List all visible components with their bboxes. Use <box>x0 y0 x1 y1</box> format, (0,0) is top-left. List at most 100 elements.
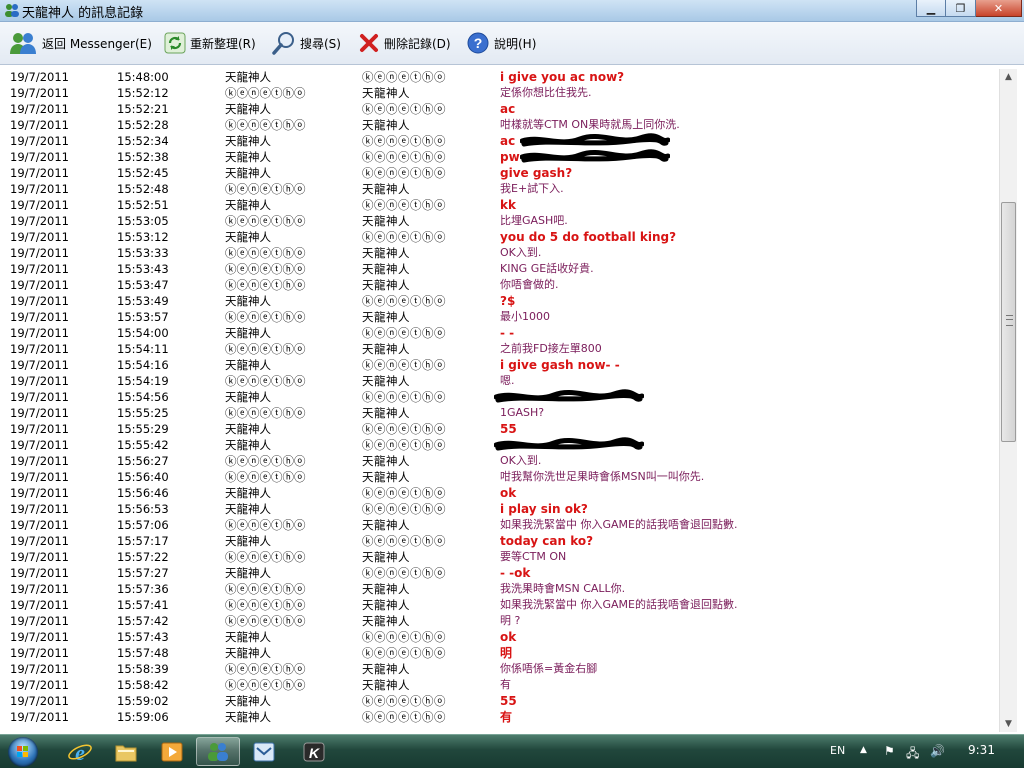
log-row[interactable]: 19/7/2011 15:53:33 ⓚⓔⓝⓔⓣⓗⓞ 天龍神人 OK入到. <box>0 245 998 261</box>
log-sender: 天龍神人 <box>225 326 271 340</box>
log-row[interactable]: 19/7/2011 15:52:34 天龍神人 ⓚⓔⓝⓔⓣⓗⓞ ac <box>0 133 998 149</box>
action-center-flag-icon[interactable]: ⚑ <box>884 744 895 758</box>
log-recipient: 天龍神人 <box>362 662 410 676</box>
log-row[interactable]: 19/7/2011 15:57:22 ⓚⓔⓝⓔⓣⓗⓞ 天龍神人 要等CTM ON <box>0 549 998 565</box>
message-log[interactable]: 19/7/2011 15:48:00 天龍神人 ⓚⓔⓝⓔⓣⓗⓞ i give you a… <box>0 69 998 732</box>
maximize-button[interactable]: ❐ <box>946 0 976 17</box>
log-row[interactable]: 19/7/2011 15:52:12 ⓚⓔⓝⓔⓣⓗⓞ 天龍神人 定係你想比住我先. <box>0 85 998 101</box>
log-recipient: ⓚⓔⓝⓔⓣⓗⓞ <box>362 502 446 516</box>
log-message: 最小1000 <box>500 310 550 323</box>
log-row[interactable]: 19/7/2011 15:54:00 天龍神人 ⓚⓔⓝⓔⓣⓗⓞ - - <box>0 325 998 341</box>
scroll-up-arrow[interactable]: ▲ <box>1000 69 1017 85</box>
vertical-scrollbar[interactable]: ▲ ▼ <box>999 69 1017 732</box>
log-time: 15:53:12 <box>117 230 169 244</box>
taskbar-ie[interactable]: e <box>58 737 102 766</box>
log-row[interactable]: 19/7/2011 15:57:36 ⓚⓔⓝⓔⓣⓗⓞ 天龍神人 我洗果時會MSN CAL… <box>0 581 998 597</box>
taskbar-media-player[interactable] <box>150 737 194 766</box>
log-row[interactable]: 19/7/2011 15:59:02 天龍神人 ⓚⓔⓝⓔⓣⓗⓞ 55 <box>0 693 998 709</box>
log-row[interactable]: 19/7/2011 15:52:45 天龍神人 ⓚⓔⓝⓔⓣⓗⓞ give gash? <box>0 165 998 181</box>
log-message: give gash? <box>500 166 573 180</box>
log-sender: 天龍神人 <box>225 70 271 84</box>
taskbar-messenger-history[interactable] <box>196 737 240 766</box>
log-recipient: ⓚⓔⓝⓔⓣⓗⓞ <box>362 646 446 660</box>
clock[interactable]: 9:31 <box>968 743 995 757</box>
log-sender: 天龍神人 <box>225 486 271 500</box>
log-recipient: 天龍神人 <box>362 182 410 196</box>
log-row[interactable]: 19/7/2011 15:57:06 ⓚⓔⓝⓔⓣⓗⓞ 天龍神人 如果我洗緊當中 你入GA… <box>0 517 998 533</box>
log-message: 要等CTM ON <box>500 550 567 563</box>
scroll-thumb[interactable] <box>1001 202 1016 442</box>
log-time: 15:52:21 <box>117 102 169 116</box>
log-message: 如果我洗緊當中 你入GAME的話我唔會退回點數. <box>500 598 738 611</box>
help-button[interactable]: ? 說明(H) <box>466 30 536 56</box>
log-sender: ⓚⓔⓝⓔⓣⓗⓞ <box>225 278 306 292</box>
log-date: 19/7/2011 <box>10 86 69 100</box>
log-row[interactable]: 19/7/2011 15:52:48 ⓚⓔⓝⓔⓣⓗⓞ 天龍神人 我E+試下入. <box>0 181 998 197</box>
taskbar-outlook[interactable] <box>242 737 286 766</box>
log-row[interactable]: 19/7/2011 15:59:06 天龍神人 ⓚⓔⓝⓔⓣⓗⓞ 有 <box>0 709 998 725</box>
log-row[interactable]: 19/7/2011 15:53:05 ⓚⓔⓝⓔⓣⓗⓞ 天龍神人 比埋GASH吧. <box>0 213 998 229</box>
log-row[interactable]: 19/7/2011 15:48:00 天龍神人 ⓚⓔⓝⓔⓣⓗⓞ i give you a… <box>0 69 998 85</box>
search-button[interactable]: 搜尋(S) <box>272 30 341 56</box>
log-recipient: 天龍神人 <box>362 246 410 260</box>
language-indicator[interactable]: EN <box>830 744 845 757</box>
start-button[interactable] <box>2 735 44 768</box>
log-row[interactable]: 19/7/2011 15:54:56 天龍神人 ⓚⓔⓝⓔⓣⓗⓞ <box>0 389 998 405</box>
svg-text:K: K <box>309 745 320 761</box>
network-icon[interactable]: 🖧 <box>906 744 919 765</box>
log-message: you do 5 do football king? <box>500 230 677 244</box>
log-row[interactable]: 19/7/2011 15:56:27 ⓚⓔⓝⓔⓣⓗⓞ 天龍神人 OK入到. <box>0 453 998 469</box>
log-date: 19/7/2011 <box>10 486 69 500</box>
log-sender: ⓚⓔⓝⓔⓣⓗⓞ <box>225 310 306 324</box>
log-date: 19/7/2011 <box>10 662 69 676</box>
log-row[interactable]: 19/7/2011 15:57:41 ⓚⓔⓝⓔⓣⓗⓞ 天龍神人 如果我洗緊當中 你入GA… <box>0 597 998 613</box>
log-time: 15:56:27 <box>117 454 169 468</box>
log-row[interactable]: 19/7/2011 15:56:53 天龍神人 ⓚⓔⓝⓔⓣⓗⓞ i play sin o… <box>0 501 998 517</box>
log-row[interactable]: 19/7/2011 15:57:27 天龍神人 ⓚⓔⓝⓔⓣⓗⓞ - -ok <box>0 565 998 581</box>
taskbar-game[interactable]: K <box>292 737 336 766</box>
close-button[interactable]: ✕ <box>976 0 1022 17</box>
refresh-button[interactable]: 重新整理(R) <box>164 30 256 56</box>
svg-text:e: e <box>75 740 85 765</box>
delete-history-button[interactable]: 刪除記錄(D) <box>358 30 451 56</box>
minimize-button[interactable]: ▁ <box>916 0 946 17</box>
title-bar[interactable]: 天龍神人 的訊息記錄 ▁ ❐ ✕ <box>0 0 1024 22</box>
log-message: 我洗果時會MSN CALL你. <box>500 582 626 595</box>
log-row[interactable]: 19/7/2011 15:57:43 天龍神人 ⓚⓔⓝⓔⓣⓗⓞ ok <box>0 629 998 645</box>
log-row[interactable]: 19/7/2011 15:57:48 天龍神人 ⓚⓔⓝⓔⓣⓗⓞ 明 <box>0 645 998 661</box>
log-row[interactable]: 19/7/2011 15:52:28 ⓚⓔⓝⓔⓣⓗⓞ 天龍神人 咁樣就等CTM ON果時… <box>0 117 998 133</box>
taskbar-explorer[interactable] <box>104 737 148 766</box>
log-row[interactable]: 19/7/2011 15:55:42 天龍神人 ⓚⓔⓝⓔⓣⓗⓞ <box>0 437 998 453</box>
log-row[interactable]: 19/7/2011 15:55:25 ⓚⓔⓝⓔⓣⓗⓞ 天龍神人 1GASH? <box>0 405 998 421</box>
log-row[interactable]: 19/7/2011 15:53:49 天龍神人 ⓚⓔⓝⓔⓣⓗⓞ ?$ <box>0 293 998 309</box>
log-row[interactable]: 19/7/2011 15:57:42 ⓚⓔⓝⓔⓣⓗⓞ 天龍神人 明 ? <box>0 613 998 629</box>
back-to-messenger-button[interactable]: 返回 Messenger(E) <box>8 30 152 56</box>
log-row[interactable]: 19/7/2011 15:53:57 ⓚⓔⓝⓔⓣⓗⓞ 天龍神人 最小1000 <box>0 309 998 325</box>
log-row[interactable]: 19/7/2011 15:54:11 ⓚⓔⓝⓔⓣⓗⓞ 天龍神人 之前我FD接左單800 <box>0 341 998 357</box>
log-row[interactable]: 19/7/2011 15:58:42 ⓚⓔⓝⓔⓣⓗⓞ 天龍神人 有 <box>0 677 998 693</box>
log-row[interactable]: 19/7/2011 15:52:51 天龍神人 ⓚⓔⓝⓔⓣⓗⓞ kk <box>0 197 998 213</box>
scroll-down-arrow[interactable]: ▼ <box>1000 716 1017 732</box>
log-row[interactable]: 19/7/2011 15:57:17 天龍神人 ⓚⓔⓝⓔⓣⓗⓞ today can ko… <box>0 533 998 549</box>
log-date: 19/7/2011 <box>10 166 69 180</box>
log-row[interactable]: 19/7/2011 15:53:47 ⓚⓔⓝⓔⓣⓗⓞ 天龍神人 你唔會做的. <box>0 277 998 293</box>
log-row[interactable]: 19/7/2011 15:54:16 天龍神人 ⓚⓔⓝⓔⓣⓗⓞ i give gash … <box>0 357 998 373</box>
windows-logo-icon <box>8 736 38 767</box>
log-recipient: 天龍神人 <box>362 550 410 564</box>
log-row[interactable]: 19/7/2011 15:53:12 天龍神人 ⓚⓔⓝⓔⓣⓗⓞ you do 5 do … <box>0 229 998 245</box>
log-message: today can ko? <box>500 534 594 548</box>
log-date: 19/7/2011 <box>10 710 69 724</box>
volume-icon[interactable]: 🔊 <box>930 744 945 758</box>
log-row[interactable]: 19/7/2011 15:56:46 天龍神人 ⓚⓔⓝⓔⓣⓗⓞ ok <box>0 485 998 501</box>
log-recipient: 天龍神人 <box>362 278 410 292</box>
log-row[interactable]: 19/7/2011 15:53:43 ⓚⓔⓝⓔⓣⓗⓞ 天龍神人 KING GE話收好貴. <box>0 261 998 277</box>
log-row[interactable]: 19/7/2011 15:58:39 ⓚⓔⓝⓔⓣⓗⓞ 天龍神人 你係唔係=黃金右腳 <box>0 661 998 677</box>
log-recipient: ⓚⓔⓝⓔⓣⓗⓞ <box>362 438 446 452</box>
log-row[interactable]: 19/7/2011 15:56:40 ⓚⓔⓝⓔⓣⓗⓞ 天龍神人 咁我幫你洗世足果時會係M… <box>0 469 998 485</box>
log-row[interactable]: 19/7/2011 15:54:19 ⓚⓔⓝⓔⓣⓗⓞ 天龍神人 嗯. <box>0 373 998 389</box>
log-row[interactable]: 19/7/2011 15:52:21 天龍神人 ⓚⓔⓝⓔⓣⓗⓞ ac <box>0 101 998 117</box>
log-recipient: 天龍神人 <box>362 598 410 612</box>
log-row[interactable]: 19/7/2011 15:52:38 天龍神人 ⓚⓔⓝⓔⓣⓗⓞ pw <box>0 149 998 165</box>
log-row[interactable]: 19/7/2011 15:55:29 天龍神人 ⓚⓔⓝⓔⓣⓗⓞ 55 <box>0 421 998 437</box>
show-hidden-icons-icon[interactable]: ▲ <box>860 745 867 755</box>
